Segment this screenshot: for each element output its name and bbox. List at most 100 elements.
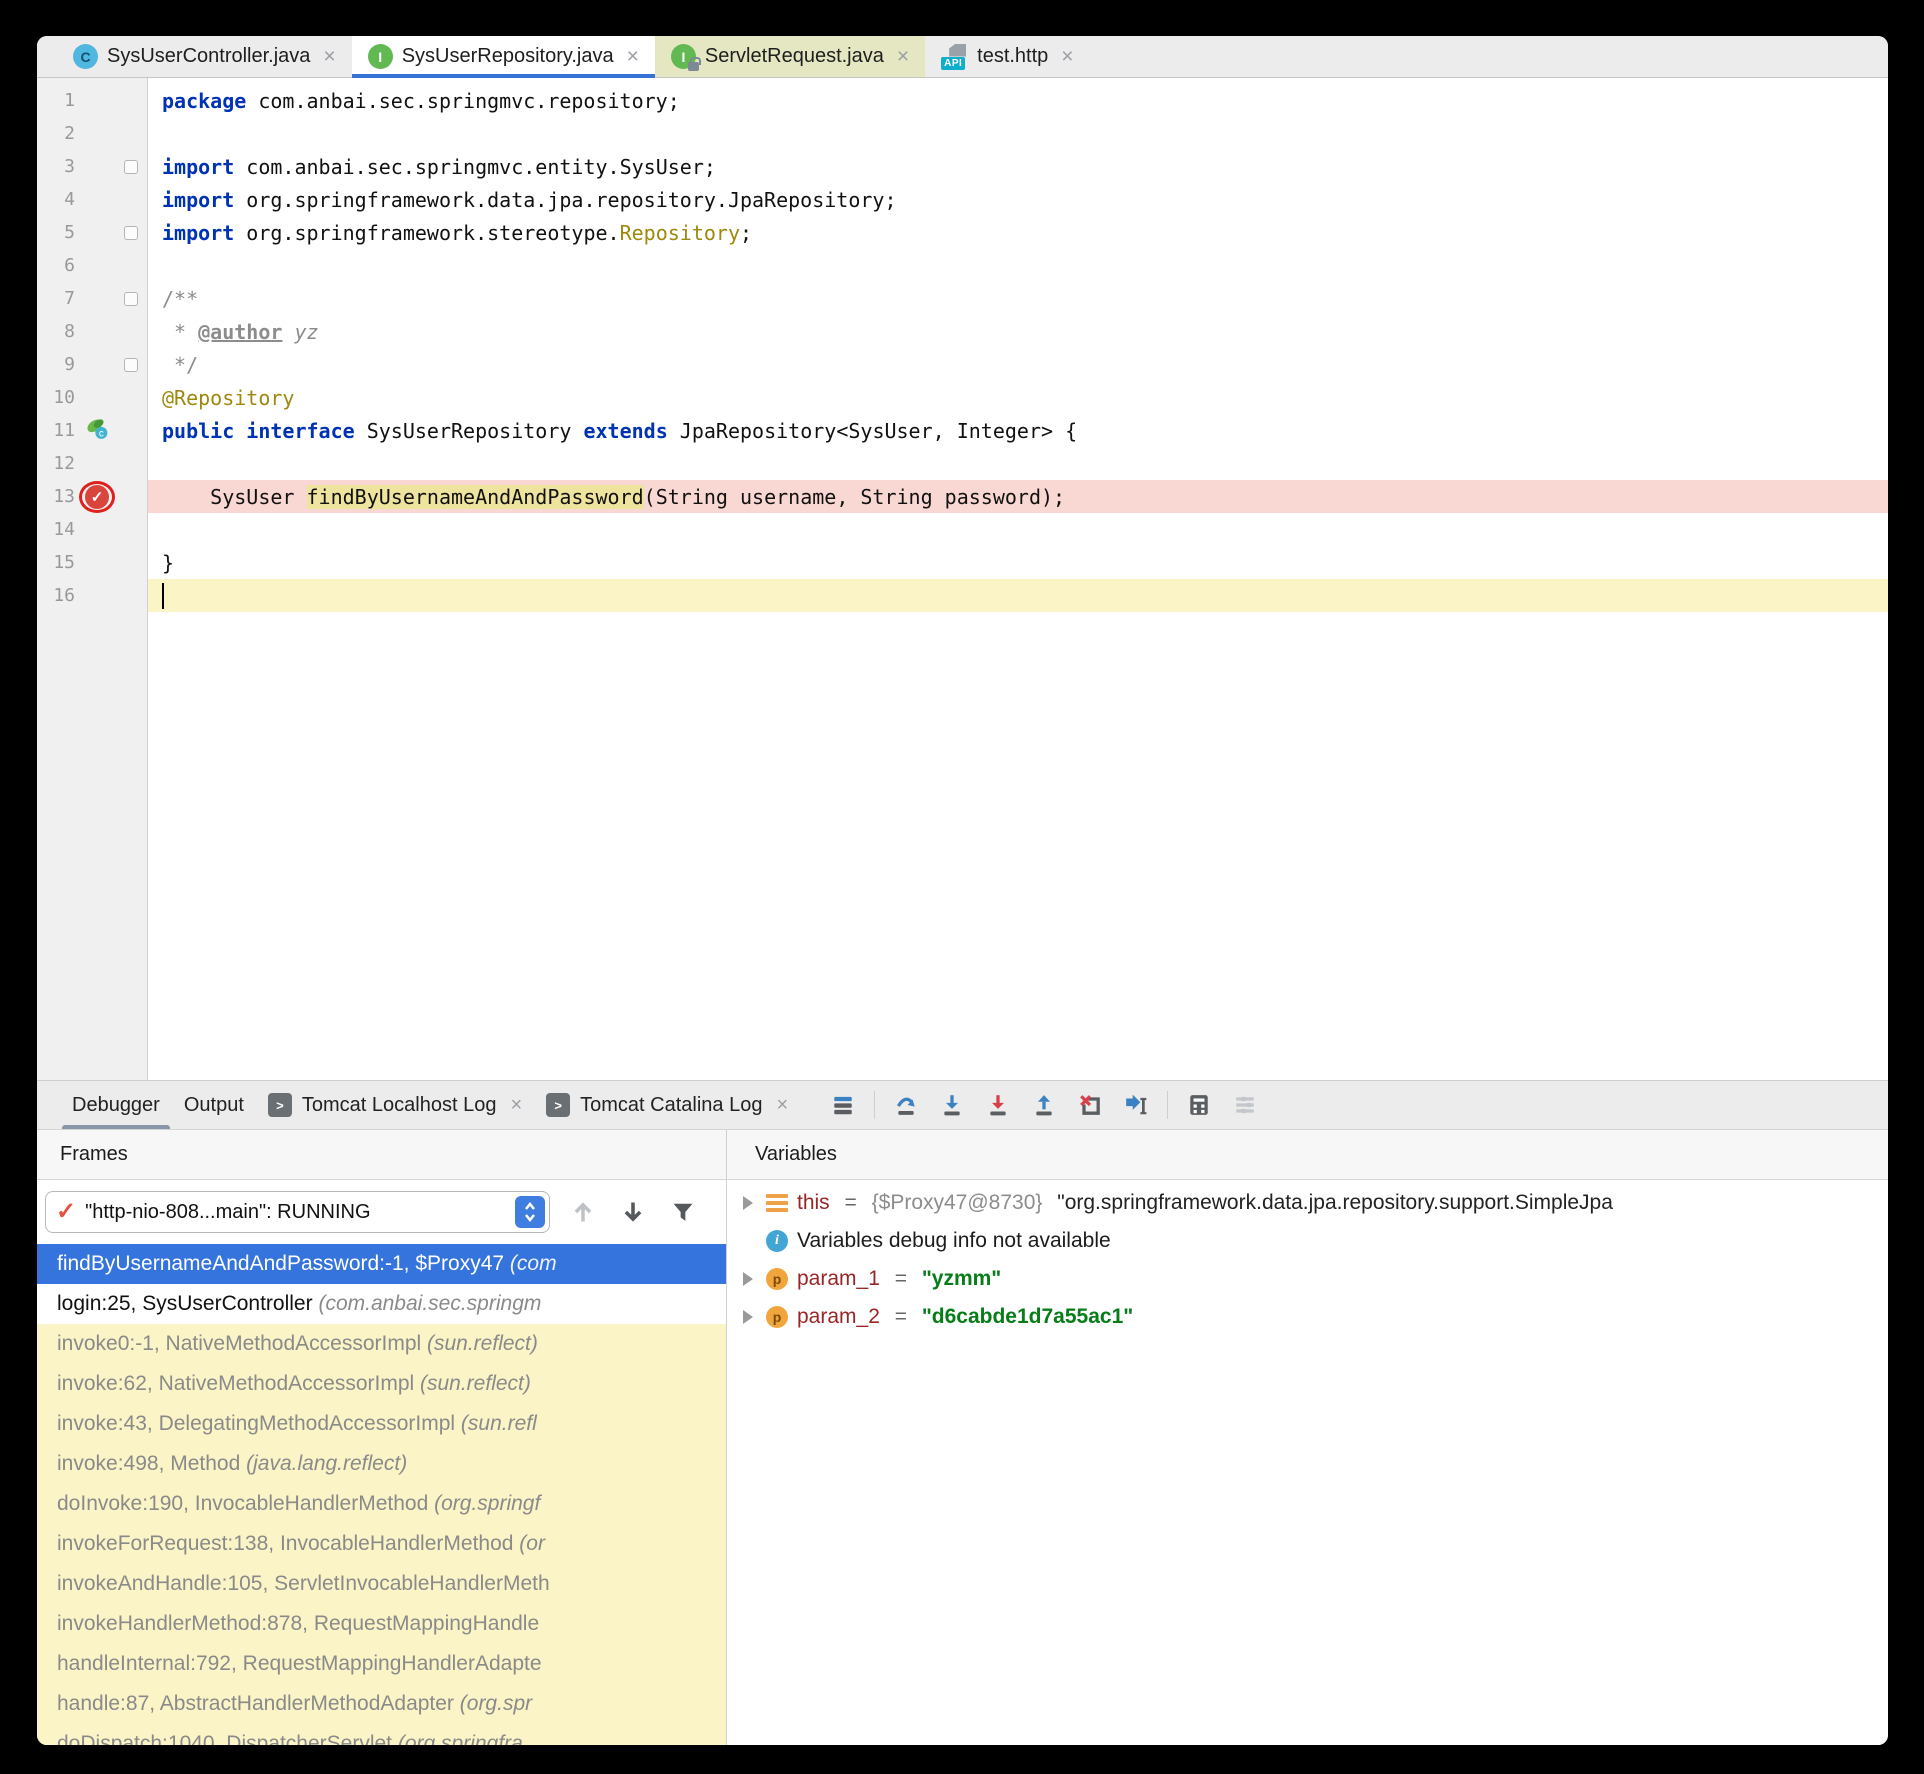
- gutter-row[interactable]: 1: [37, 84, 147, 117]
- code-line[interactable]: [148, 447, 1888, 480]
- editor-gutter[interactable]: 1234567891011c1213✓141516: [37, 78, 148, 1080]
- editor-tab-sysuserrepository-java[interactable]: ISysUserRepository.java×: [352, 36, 655, 77]
- gutter-row[interactable]: 2: [37, 117, 147, 150]
- frame-row[interactable]: findByUsernameAndAndPassword:-1, $Proxy4…: [37, 1244, 726, 1284]
- editor-tab-sysusercontroller-java[interactable]: CSysUserController.java×: [57, 36, 352, 77]
- frame-row[interactable]: doDispatch:1040, DispatcherServlet (org.…: [37, 1724, 726, 1745]
- step-into-icon[interactable]: [937, 1090, 967, 1120]
- frame-method-label: findByUsernameAndAndPassword:-1, $Proxy4…: [57, 1252, 510, 1276]
- code-line[interactable]: SysUser findByUsernameAndAndPassword(Str…: [148, 480, 1888, 513]
- close-icon[interactable]: ×: [776, 1094, 788, 1117]
- dropdown-stepper-icon[interactable]: [515, 1196, 545, 1228]
- step-out-icon[interactable]: [1029, 1090, 1059, 1120]
- gutter-row[interactable]: 12: [37, 447, 147, 480]
- frame-row[interactable]: invokeAndHandle:105, ServletInvocableHan…: [37, 1564, 726, 1604]
- expand-triangle-icon[interactable]: [739, 1310, 757, 1324]
- code-token: Repository: [620, 221, 740, 245]
- code-editor[interactable]: 1234567891011c1213✓141516 package com.an…: [37, 78, 1888, 1080]
- tab-output[interactable]: Output: [172, 1081, 256, 1129]
- filter-icon[interactable]: [666, 1195, 700, 1229]
- force-step-into-icon[interactable]: [983, 1090, 1013, 1120]
- variable-row[interactable]: iVariables debug info not available: [727, 1222, 1888, 1260]
- gutter-row[interactable]: 15: [37, 546, 147, 579]
- close-icon[interactable]: ×: [510, 1094, 522, 1117]
- gutter-row[interactable]: 16: [37, 579, 147, 612]
- editor-tab-servletrequest-java[interactable]: IServletRequest.java×: [655, 36, 925, 77]
- drop-frame-icon[interactable]: [1075, 1090, 1105, 1120]
- frame-up-icon[interactable]: [566, 1195, 600, 1229]
- frames-list[interactable]: findByUsernameAndAndPassword:-1, $Proxy4…: [37, 1244, 726, 1745]
- tab-tomcat-localhost-log[interactable]: > Tomcat Localhost Log ×: [256, 1081, 534, 1129]
- code-token: public interface: [162, 419, 367, 443]
- editor-code-area[interactable]: package com.anbai.sec.springmvc.reposito…: [148, 78, 1888, 1080]
- frame-row[interactable]: invoke:43, DelegatingMethodAccessorImpl …: [37, 1404, 726, 1444]
- gutter-row[interactable]: 11c: [37, 414, 147, 447]
- tab-tomcat-catalina-log[interactable]: > Tomcat Catalina Log ×: [534, 1081, 800, 1129]
- code-line[interactable]: */: [148, 348, 1888, 381]
- fold-marker-icon[interactable]: [124, 160, 138, 174]
- frame-row[interactable]: invoke:498, Method (java.lang.reflect): [37, 1444, 726, 1484]
- variables-panel[interactable]: this = {$Proxy47@8730} "org.springframew…: [727, 1180, 1888, 1745]
- gutter-row[interactable]: 4: [37, 183, 147, 216]
- variable-row[interactable]: pparam_1 = "yzmm": [727, 1260, 1888, 1298]
- frame-row[interactable]: handleInternal:792, RequestMappingHandle…: [37, 1644, 726, 1684]
- fold-marker-icon[interactable]: [124, 226, 138, 240]
- expand-triangle-icon[interactable]: [739, 1196, 757, 1210]
- spring-bean-icon[interactable]: c: [85, 416, 109, 445]
- frame-row[interactable]: invokeHandlerMethod:878, RequestMappingH…: [37, 1604, 726, 1644]
- frame-row[interactable]: login:25, SysUserController (com.anbai.s…: [37, 1284, 726, 1324]
- gutter-row[interactable]: 3: [37, 150, 147, 183]
- variable-row[interactable]: pparam_2 = "d6cabde1d7a55ac1": [727, 1298, 1888, 1336]
- code-line[interactable]: @Repository: [148, 381, 1888, 414]
- gutter-row[interactable]: 8: [37, 315, 147, 348]
- line-number: 16: [37, 585, 75, 606]
- breakpoint-icon[interactable]: ✓: [79, 481, 115, 513]
- tab-debugger[interactable]: Debugger: [60, 1081, 172, 1129]
- gutter-row[interactable]: 6: [37, 249, 147, 282]
- code-line[interactable]: /**: [148, 282, 1888, 315]
- code-line[interactable]: [148, 579, 1888, 612]
- code-line[interactable]: [148, 249, 1888, 282]
- close-icon[interactable]: ×: [897, 45, 909, 69]
- frame-row[interactable]: invoke0:-1, NativeMethodAccessorImpl (su…: [37, 1324, 726, 1364]
- code-line[interactable]: [148, 117, 1888, 150]
- ide-window: CSysUserController.java×ISysUserReposito…: [37, 36, 1888, 1745]
- evaluate-expression-icon[interactable]: [1184, 1090, 1214, 1120]
- step-over-icon[interactable]: [891, 1090, 921, 1120]
- variable-row[interactable]: this = {$Proxy47@8730} "org.springframew…: [727, 1184, 1888, 1222]
- code-line[interactable]: public interface SysUserRepository exten…: [148, 414, 1888, 447]
- fold-marker-icon[interactable]: [124, 358, 138, 372]
- frame-row[interactable]: handle:87, AbstractHandlerMethodAdapter …: [37, 1684, 726, 1724]
- code-line[interactable]: * @author yz: [148, 315, 1888, 348]
- code-line[interactable]: [148, 513, 1888, 546]
- frame-down-icon[interactable]: [616, 1195, 650, 1229]
- frame-row[interactable]: doInvoke:190, InvocableHandlerMethod (or…: [37, 1484, 726, 1524]
- gutter-row[interactable]: 10: [37, 381, 147, 414]
- expand-triangle-icon[interactable]: [739, 1272, 757, 1286]
- gutter-row[interactable]: 5: [37, 216, 147, 249]
- variables-title: Variables: [755, 1143, 837, 1166]
- code-token: com.anbai.sec.springmvc.repository;: [258, 89, 679, 113]
- lock-icon: [688, 62, 699, 71]
- close-icon[interactable]: ×: [1061, 45, 1073, 69]
- gutter-row[interactable]: 13✓: [37, 480, 147, 513]
- editor-tab-test-http[interactable]: APItest.http×: [925, 36, 1089, 77]
- frame-row[interactable]: invokeForRequest:138, InvocableHandlerMe…: [37, 1524, 726, 1564]
- gutter-row[interactable]: 14: [37, 513, 147, 546]
- gutter-row[interactable]: 9: [37, 348, 147, 381]
- line-number: 4: [37, 189, 75, 210]
- gutter-row[interactable]: 7: [37, 282, 147, 315]
- code-line[interactable]: import com.anbai.sec.springmvc.entity.Sy…: [148, 150, 1888, 183]
- thread-selector-dropdown[interactable]: ✓ "http-nio-808...main": RUNNING: [45, 1191, 550, 1233]
- close-icon[interactable]: ×: [323, 45, 335, 69]
- run-to-cursor-icon[interactable]: [1121, 1090, 1151, 1120]
- close-icon[interactable]: ×: [627, 45, 639, 69]
- frame-row[interactable]: invoke:62, NativeMethodAccessorImpl (sun…: [37, 1364, 726, 1404]
- code-line[interactable]: }: [148, 546, 1888, 579]
- code-line[interactable]: import org.springframework.stereotype.Re…: [148, 216, 1888, 249]
- layout-settings-icon[interactable]: [1230, 1090, 1260, 1120]
- code-line[interactable]: import org.springframework.data.jpa.repo…: [148, 183, 1888, 216]
- view-options-icon[interactable]: [828, 1090, 858, 1120]
- code-line[interactable]: package com.anbai.sec.springmvc.reposito…: [148, 84, 1888, 117]
- fold-marker-icon[interactable]: [124, 292, 138, 306]
